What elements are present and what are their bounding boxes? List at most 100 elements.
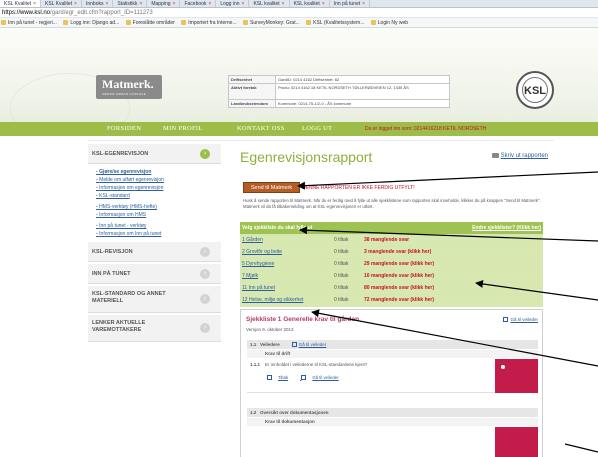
site-header: Matmerk. MENOR GØDAR GÖDLEVE Driftsenhet…: [0, 28, 598, 123]
close-icon[interactable]: ×: [74, 1, 77, 7]
radio-icon[interactable]: [501, 365, 505, 369]
close-icon[interactable]: ×: [173, 1, 176, 7]
chevron-icon[interactable]: ›: [200, 323, 210, 333]
table-row[interactable]: 7 Mjølk 0 tiltak 10 manglende svar (klikk …: [240, 270, 543, 283]
close-icon[interactable]: ×: [208, 1, 211, 7]
question-row: 1.1.1 Er innholdet i veilederne til KSL-…: [247, 359, 538, 393]
nav-logg-ut[interactable]: LOGG UT: [302, 122, 332, 136]
close-icon[interactable]: ×: [139, 1, 142, 7]
login-status: Du er logget inn som: 0214416218 KETIL N…: [365, 126, 487, 132]
question-text: Er innholdet i veilederne til KSL-standa…: [265, 362, 368, 367]
browser-tab[interactable]: Logg inn ×: [216, 0, 250, 7]
close-icon[interactable]: ×: [362, 1, 365, 7]
url-host: https://www.ksl.no: [2, 10, 51, 16]
close-icon[interactable]: ×: [282, 1, 285, 7]
change-checklists-link[interactable]: Endre sjekklister? (Klikk her): [362, 222, 543, 235]
farm-info-table: Driftsenhet GardID: 0214 4162 Driftsenhet…: [228, 75, 450, 108]
section-guide-link[interactable]: Gå til veileder: [291, 342, 326, 348]
bookmark[interactable]: SurveyMonkey: Grat...: [243, 18, 300, 27]
browser-tab[interactable]: KSL Kvalitet ×: [0, 0, 41, 7]
sidebar-link[interactable]: Inn på tunet - verktøy: [96, 222, 221, 230]
close-icon[interactable]: ×: [242, 1, 245, 7]
checklist-detail-box: Sjekkliste 1 Generelle krav til gården V…: [240, 309, 543, 457]
chevron-icon[interactable]: ›: [200, 294, 210, 304]
print-report-link[interactable]: Skriv ut rapporten: [491, 153, 548, 159]
close-icon[interactable]: ×: [322, 1, 325, 7]
sidebar-link-list: Gjøre/se egenrevisjon Melde om utført eg…: [88, 164, 221, 240]
section-header: 1.2 Oversikt over dokumentasjonen: [247, 408, 538, 417]
close-icon[interactable]: ×: [33, 1, 36, 7]
table-row[interactable]: 11 Inn på tunet 0 tiltak 80 manglende svar…: [240, 282, 543, 295]
bookmarks-bar: Inn på tunet - regjeri... Logg inn: Djan…: [0, 18, 598, 28]
table-row[interactable]: 5 Dyrehygiene 0 tiltak 29 manglende svar (…: [240, 258, 543, 271]
nav-kontakt-oss[interactable]: KONTAKT OSS: [237, 122, 285, 136]
bookmark[interactable]: Foreslåtte områder: [125, 18, 175, 27]
browser-tab[interactable]: KSL Kvalitet ×: [41, 0, 82, 7]
matmerk-logo[interactable]: Matmerk. MENOR GØDAR GÖDLEVE: [96, 75, 162, 99]
browser-tab[interactable]: KSL kvalitet ×: [290, 0, 330, 7]
ksl-badge: KSL: [516, 71, 554, 109]
bookmark[interactable]: Login Ny web: [370, 18, 408, 27]
nav-min-profil[interactable]: MIN PROFIL: [163, 122, 203, 136]
sidebar-link[interactable]: Informasjon om HMS: [96, 211, 221, 219]
question-guide-link[interactable]: Gå til veileder: [301, 375, 344, 381]
chevron-icon[interactable]: ›: [200, 247, 210, 257]
sidebar-link[interactable]: HMS-verktøy (HMS-hefte): [96, 203, 221, 211]
question-row: [247, 427, 538, 457]
bookmark[interactable]: KSL (Kvalitetssystem...: [306, 18, 364, 27]
send-to-matmerk-button[interactable]: Send til Matmerk: [243, 182, 300, 193]
answer-status-cell[interactable]: [495, 427, 538, 457]
sidebar-link[interactable]: Gjøre/se egenrevisjon: [96, 168, 221, 176]
sidebar-link[interactable]: Melde om utført egenrevisjon: [96, 176, 221, 184]
main-panel: Egenrevisjonsrapport Skriv ut rapporten …: [230, 141, 550, 457]
sidebar-section-inn-pa-tunet[interactable]: INN PÅ TUNET ›: [88, 264, 221, 284]
sidebar-section-revisjon[interactable]: KSL-REVISJON ›: [88, 242, 221, 262]
page-content: KSL-EGENREVISJON › Gjøre/se egenrevisjon…: [88, 140, 554, 457]
browser-tab[interactable]: Facebook ×: [180, 0, 217, 7]
address-bar[interactable]: https://www.ksl.no/gard/egr_edit.cfm?rap…: [0, 8, 598, 18]
table-row[interactable]: 12 Helse, miljø og sikkerhet 0 tiltak 72 m…: [240, 294, 543, 307]
browser-tab-strip: KSL Kvalitet × KSL Kvalitet × Innboks × Statis…: [0, 0, 598, 8]
sidebar: KSL-EGENREVISJON › Gjøre/se egenrevisjon…: [88, 141, 221, 457]
document-icon: [301, 375, 307, 381]
bookmark-icon: [243, 20, 249, 26]
bookmark-icon: [63, 20, 69, 26]
sidebar-section-egenrevisjon[interactable]: KSL-EGENREVISJON ›: [88, 144, 221, 164]
bookmark[interactable]: Importert fra Interne...: [181, 18, 237, 27]
browser-tab[interactable]: Inn på tunet ×: [330, 0, 371, 7]
table-row[interactable]: 1 Gården 0 tiltak 38 manglende svar: [240, 234, 543, 247]
guide-link[interactable]: Gå til veileder: [503, 317, 538, 323]
main-nav: FORSIDEN MIN PROFIL KONTAKT OSS LOGG UT …: [0, 122, 598, 136]
chevron-icon[interactable]: ›: [200, 269, 210, 279]
chevron-icon[interactable]: ›: [200, 149, 210, 159]
browser-tab[interactable]: Statistikk ×: [113, 0, 148, 7]
bookmark-icon: [125, 20, 131, 26]
checklist-table: Velg sjekkliste du skal fylle ut Endre s…: [240, 222, 543, 307]
close-icon[interactable]: ×: [105, 1, 108, 7]
document-icon: [291, 342, 297, 348]
sidebar-link[interactable]: Informasjon om Inn på tunet: [96, 230, 221, 238]
browser-tab[interactable]: KSL kvalitet ×: [249, 0, 290, 7]
bookmark[interactable]: Logg inn: Django ad...: [63, 18, 119, 27]
section-header: 1.1 Veiledere Gå til veileder: [247, 340, 538, 349]
tiltak-link[interactable]: Tiltak: [267, 375, 294, 381]
checklist-title: Sjekkliste 1 Generelle krav til gården: [246, 316, 360, 323]
instructions-text: Husk å sende rapporten til Matmerk. Når …: [243, 198, 541, 209]
sidebar-section-lenker[interactable]: LENKER AKTUELLE VAREMOTTAKERE ›: [88, 315, 221, 342]
sidebar-link[interactable]: KSL-standard: [96, 192, 221, 200]
incomplete-warning: DENNE RAPPORTEN ER IKKE FERDIG UTFYLT!: [302, 185, 415, 191]
printer-icon: [491, 153, 499, 158]
table-row[interactable]: 2 Grovfôr og beite 0 tiltak 3 manglende sv…: [240, 246, 543, 259]
bookmark[interactable]: Inn på tunet - regjeri...: [1, 18, 57, 27]
nav-forsiden[interactable]: FORSIDEN: [107, 122, 141, 136]
bookmark-icon: [370, 20, 376, 26]
bookmark-icon: [306, 20, 312, 26]
answer-status-cell[interactable]: [495, 359, 538, 393]
browser-tab[interactable]: Mapping ×: [147, 0, 181, 7]
arrow-off-page: [564, 443, 598, 453]
browser-tab[interactable]: Innboks ×: [82, 0, 114, 7]
folder-icon: [181, 20, 187, 26]
url-path: /gard/egr_edit.cfm?rapport_ID=111273: [50, 10, 153, 16]
sidebar-section-standard[interactable]: KSL-STANDARD OG ANNET MATERIELL ›: [88, 286, 221, 313]
sidebar-link[interactable]: Informasjon om egenrevisjon: [96, 184, 221, 192]
